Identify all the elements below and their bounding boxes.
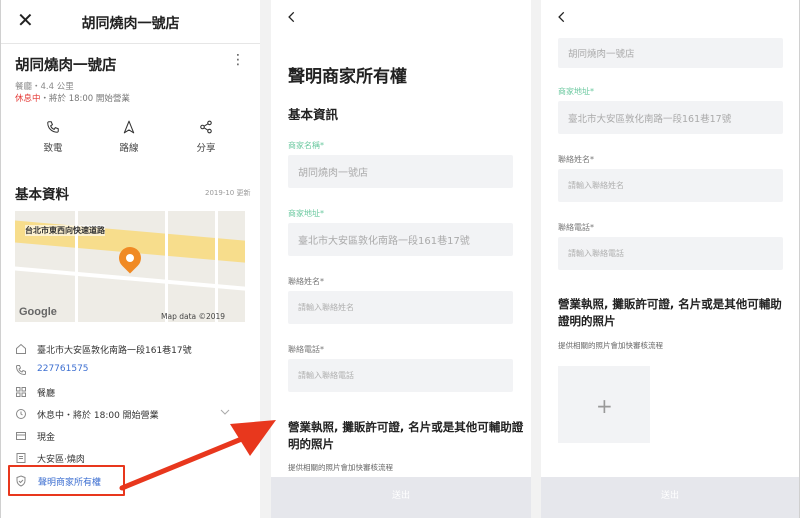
status-reopen-label: ・將於 18:00 開始營業 (40, 94, 130, 104)
directions-action[interactable]: 路線 (94, 120, 164, 154)
address-row[interactable]: 臺北市大安區敦化南路一段161巷17號 (15, 341, 245, 359)
address-text: 臺北市大安區敦化南路一段161巷17號 (37, 346, 192, 356)
directions-label: 路線 (119, 143, 139, 154)
claim-form-scrolled-screen: 胡同燒肉一號店 商家地址* 臺北市大安區敦化南路一段161巷17號 聯絡姓名* … (541, 0, 799, 518)
annotation-arrow (119, 420, 276, 491)
back-arrow-icon[interactable] (555, 10, 569, 24)
payment-text: 現金 (37, 433, 56, 443)
google-logo: Google (19, 306, 57, 318)
phone-number: 227761575 (37, 364, 89, 374)
business-address-field[interactable]: 臺北市大安區敦化南路一段161巷17號 (558, 101, 783, 134)
business-address-field[interactable]: 臺北市大安區敦化南路一段161巷17號 (288, 223, 513, 256)
upload-section-title: 營業執照, 攤販許可證, 名片或是其他可輔助證明的照片 (558, 297, 782, 328)
section-title-basic: 基本資料 (15, 187, 69, 203)
card-icon (16, 432, 26, 440)
contact-phone-label: 聯絡電話* (288, 345, 324, 354)
header-bar: ✕ 胡同燒肉一號店 (1, 0, 260, 44)
clock-icon (16, 409, 26, 419)
map-road (215, 211, 218, 322)
panel-gap (531, 0, 541, 518)
header-title: 胡同燒肉一號店 (81, 16, 180, 32)
photo-upload-button[interactable]: + (558, 366, 650, 443)
contact-name-label: 聯絡姓名* (288, 277, 324, 286)
back-arrow-icon[interactable] (285, 10, 299, 24)
highlight-box (8, 465, 125, 496)
phone-row[interactable]: 227761575 (15, 362, 245, 380)
business-address-label: 商家地址* (288, 209, 324, 218)
phone-icon (47, 121, 59, 133)
contact-phone-label: 聯絡電話* (558, 223, 594, 232)
business-name-field[interactable]: 胡同燒肉一號店 (558, 38, 783, 68)
contact-name-input[interactable]: 請輸入聯絡姓名 (288, 291, 513, 324)
map-credit: Map data ©2019 Google (161, 312, 226, 322)
business-name-field[interactable]: 胡同燒肉一號店 (288, 155, 513, 188)
navigation-icon (123, 120, 135, 134)
map-road (165, 211, 168, 322)
submit-button[interactable]: 送出 (271, 477, 531, 518)
business-name-label: 商家名稱* (288, 141, 324, 150)
business-address-label: 商家地址* (558, 87, 594, 96)
grid-icon (16, 387, 26, 397)
map-street-label: 台北市東西向快速道路 (25, 225, 105, 236)
upload-hint: 提供相關的照片會加快審核流程 (558, 341, 663, 350)
category-text: 餐廳 (37, 389, 56, 399)
tags-text: 大安區·燒肉 (37, 455, 85, 465)
document-icon (16, 453, 26, 463)
share-icon (200, 120, 212, 134)
category-row: 餐廳 (15, 384, 245, 402)
updated-date: 2019-10 更新 (205, 189, 251, 197)
share-label: 分享 (196, 143, 216, 154)
section-title-basic-info: 基本資訊 (288, 107, 339, 122)
contact-name-input[interactable]: 請輸入聯絡姓名 (558, 169, 783, 202)
contact-phone-input[interactable]: 請輸入聯絡電話 (288, 359, 513, 392)
business-name: 胡同燒肉一號店 (15, 58, 117, 74)
contact-name-label: 聯絡姓名* (558, 155, 594, 164)
upload-section-title: 營業執照, 攤販許可證, 名片或是其他可輔助證明的照片 (288, 420, 524, 451)
home-icon (16, 343, 26, 354)
business-status: 休息中・將於 18:00 開始營業 (15, 92, 130, 104)
claim-form-screen: 聲明商家所有權 基本資訊 商家名稱* 胡同燒肉一號店 商家地址* 臺北市大安區敦… (271, 0, 531, 518)
contact-phone-input[interactable]: 請輸入聯絡電話 (558, 237, 783, 270)
phone-icon (15, 365, 26, 376)
map-view[interactable]: 台北市東西向快速道路 Google Map data ©2019 Google (15, 211, 245, 322)
plus-icon: + (596, 394, 613, 418)
submit-button[interactable]: 送出 (541, 477, 799, 518)
business-category-distance: 餐廳・4.4 公里 (15, 82, 74, 92)
call-label: 致電 (43, 143, 63, 154)
status-closed-label: 休息中 (15, 94, 41, 104)
call-action[interactable]: 致電 (18, 120, 88, 154)
page-title: 聲明商家所有權 (288, 67, 407, 87)
share-action[interactable]: 分享 (171, 120, 241, 154)
more-options-icon[interactable]: ⋮ (231, 52, 245, 68)
upload-hint: 提供相關的照片會加快審核流程 (288, 463, 393, 472)
